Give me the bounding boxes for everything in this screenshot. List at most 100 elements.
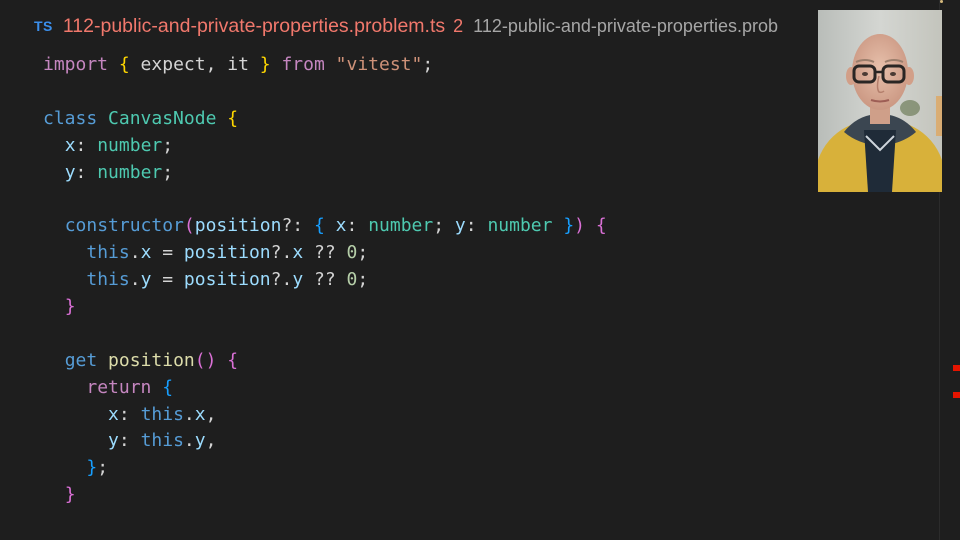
code-token: this [86,269,130,291]
error-marker[interactable] [953,392,960,398]
code-token: ?. [270,269,293,291]
code-token: class [43,107,98,129]
modified-indicator-dot [940,0,943,3]
code-token: ; [97,457,109,479]
typescript-file-icon: TS [34,18,53,34]
code-token: } [64,484,76,506]
code-token: () [194,349,217,371]
code-token: , [205,430,217,452]
code-token: ; [162,161,174,183]
error-marker[interactable] [953,365,960,371]
code-area[interactable]: import { expect, it } from "vitest"; cla… [43,52,607,509]
breadcrumb-path[interactable]: 112-public-and-private-properties.prob [473,16,778,37]
code-token: { [227,349,239,371]
code-line[interactable]: this.x = position?.x ?? 0; [43,240,607,267]
code-token: x [194,403,206,425]
code-token: x [64,134,76,156]
presenter-webcam [818,10,942,192]
code-line[interactable]: } [43,482,607,509]
code-token: ?? [303,242,347,264]
code-line[interactable]: }; [43,455,607,482]
code-token: . [129,269,141,291]
code-token: ; [357,269,369,291]
code-line[interactable]: import { expect, it } from "vitest"; [43,52,607,79]
code-token: number [97,161,163,183]
code-token: number [368,215,434,237]
code-token: number [97,134,163,156]
code-token: expect, it [129,54,260,75]
code-token: 0 [346,242,358,264]
code-token: . [129,242,141,264]
code-token: y [64,161,76,183]
code-token: x [335,215,347,237]
code-line[interactable]: y: this.y, [43,428,607,455]
code-line[interactable] [43,321,607,348]
code-line[interactable]: x: number; [43,133,607,160]
code-token: ?: [281,215,314,237]
code-token: } [259,54,271,75]
code-token: get [64,349,98,371]
code-token: : [346,215,369,237]
code-token: y [454,215,466,237]
code-token: ; [422,54,434,75]
code-line[interactable]: return { [43,375,607,402]
code-token: this [86,242,130,264]
code-token: . [183,403,195,425]
code-token: constructor [64,215,184,237]
code-token: } [563,215,575,237]
code-token: ?. [270,242,293,264]
code-token: y [108,430,119,452]
code-token: position [194,215,282,237]
code-token: x [108,403,119,425]
code-token: = [151,242,184,264]
code-token: number [487,215,553,237]
code-line[interactable]: y: number; [43,160,607,187]
code-editor[interactable]: TS 112-public-and-private-properties.pro… [0,0,960,540]
code-token: position [183,242,271,264]
breadcrumb[interactable]: TS 112-public-and-private-properties.pro… [34,11,778,41]
code-line[interactable]: class CanvasNode { [43,106,607,133]
code-token: CanvasNode [108,107,217,129]
code-token: { [595,215,607,237]
code-token: y [140,269,152,291]
code-token: position [183,269,271,291]
code-line[interactable] [43,186,607,213]
code-line[interactable]: this.y = position?.y ?? 0; [43,267,607,294]
code-line[interactable]: constructor(position?: { x: number; y: n… [43,213,607,240]
code-line[interactable]: } [43,294,607,321]
code-line[interactable] [43,79,607,106]
code-token: : [465,215,488,237]
code-token: { [118,54,130,75]
code-token: { [313,215,325,237]
code-token: x [292,242,304,264]
code-token: x [140,242,152,264]
code-token: this [140,430,184,452]
code-token: { [227,107,239,129]
code-token: y [292,269,304,291]
code-token: import [43,54,109,75]
code-token: this [140,403,184,425]
code-line[interactable]: x: this.x, [43,402,607,429]
breadcrumb-file-name[interactable]: 112-public-and-private-properties.proble… [63,15,445,38]
code-token: "vitest" [335,54,423,75]
code-token: ?? [303,269,347,291]
code-token: : [75,134,98,156]
code-line[interactable]: get position() { [43,348,607,375]
